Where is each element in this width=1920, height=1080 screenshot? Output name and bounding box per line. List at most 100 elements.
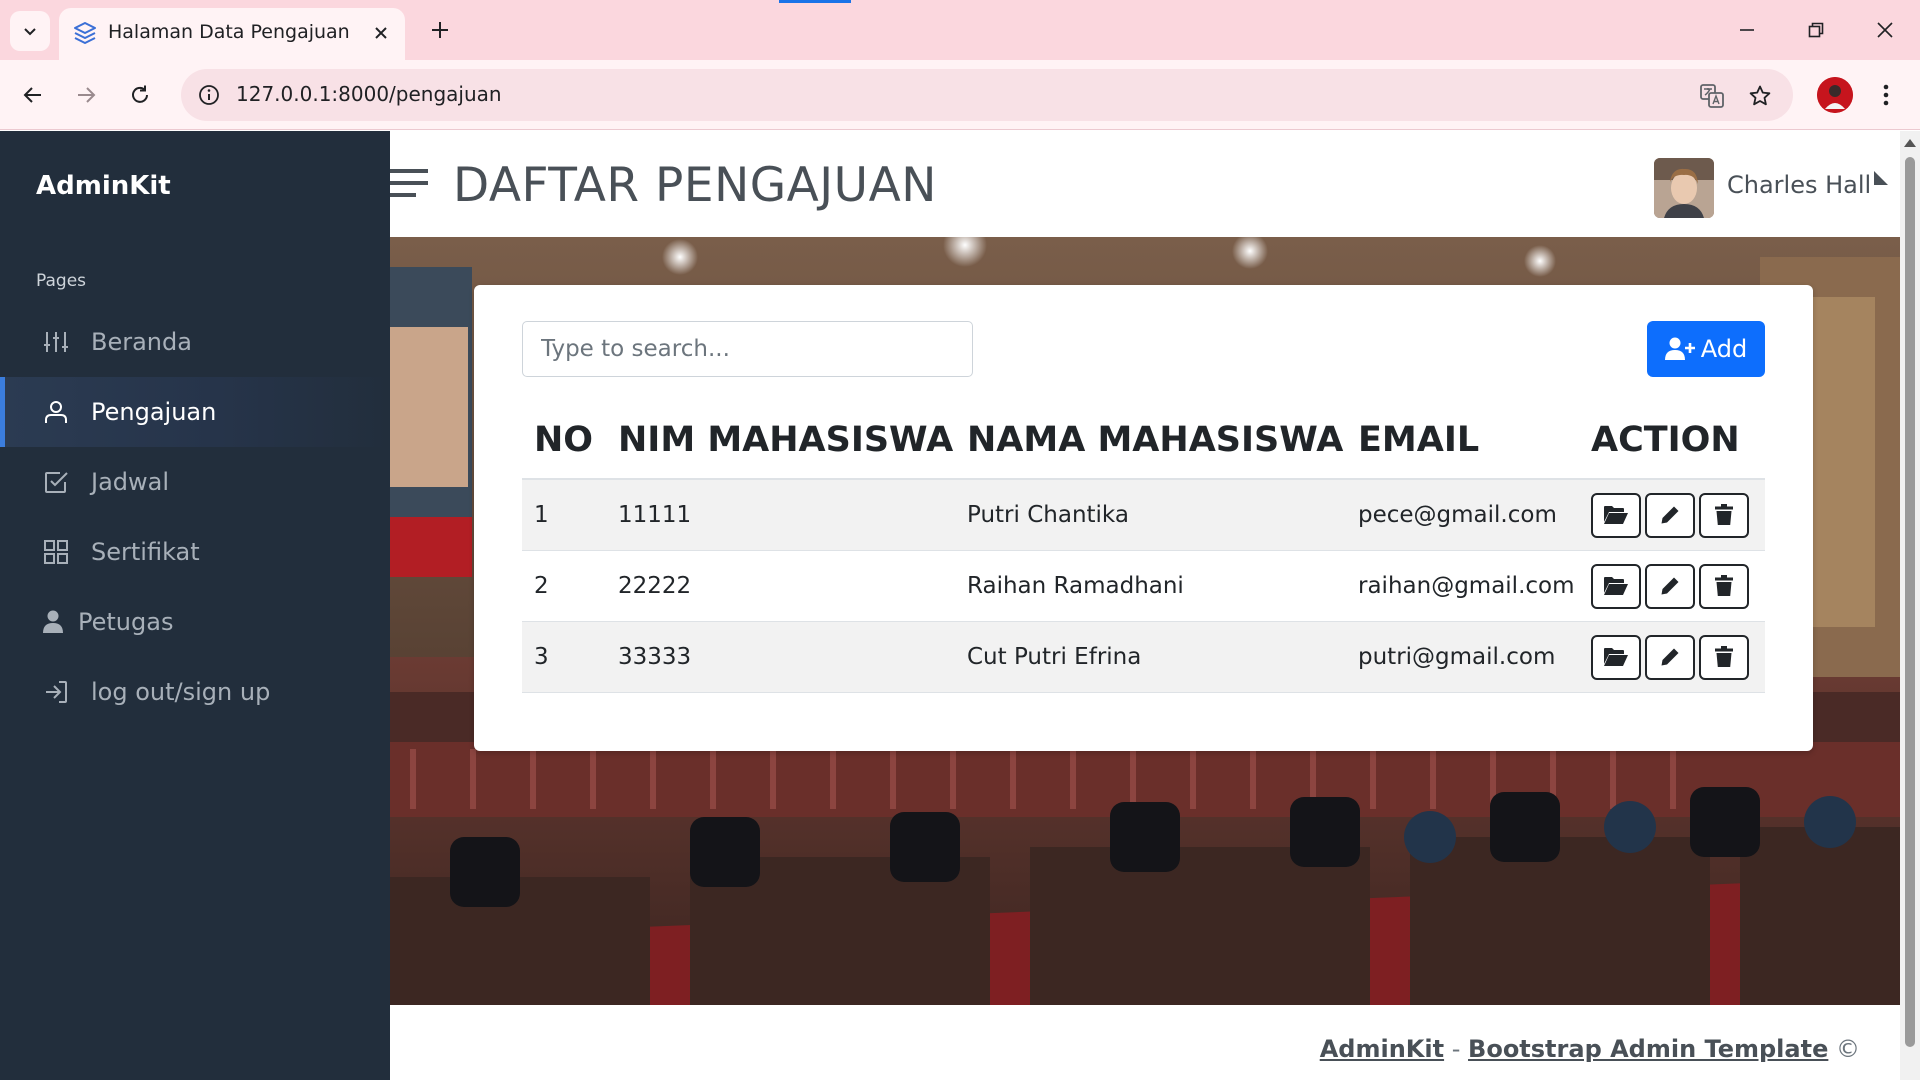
check-square-icon (43, 469, 69, 495)
tab-close-button[interactable] (369, 21, 393, 45)
footer-brand-link[interactable]: AdminKit (1320, 1035, 1444, 1063)
sidebar-item-label: Beranda (91, 328, 192, 356)
avatar[interactable] (1654, 158, 1714, 218)
reload-button[interactable] (120, 75, 160, 115)
view-button[interactable] (1591, 634, 1641, 680)
scrollbar-thumb[interactable] (1905, 157, 1915, 1047)
top-navbar: DAFTAR PENGAJUAN Charles Hall (390, 131, 1900, 237)
cell-nama: Putri Chantika (955, 479, 1346, 551)
cell-nim: 22222 (606, 550, 955, 622)
column-header-nim: NIM MAHASISWA (606, 402, 955, 480)
translate-button[interactable] (1697, 81, 1727, 111)
user-plus-icon (1664, 337, 1695, 360)
table-row: 3 33333 Cut Putri Efrina putri@gmail.com (522, 621, 1765, 693)
column-header-nama: NAMA MAHASISWA (955, 402, 1346, 480)
browser-menu-button[interactable] (1870, 77, 1902, 113)
address-bar[interactable]: 127.0.0.1:8000/pengajuan (181, 69, 1793, 121)
sidebar-item-jadwal[interactable]: Jadwal (0, 447, 390, 517)
user-photo-icon (1654, 158, 1714, 218)
back-button[interactable] (13, 75, 53, 115)
cell-email: putri@gmail.com (1346, 621, 1579, 693)
star-icon (1749, 85, 1771, 106)
page-title: DAFTAR PENGAJUAN (453, 158, 937, 213)
log-in-icon (43, 679, 69, 705)
close-icon (1877, 22, 1893, 38)
browser-tab-strip: Halaman Data Pengajuan (0, 0, 1920, 60)
profile-icon (1817, 77, 1853, 113)
forward-button[interactable] (66, 75, 106, 115)
bookmark-button[interactable] (1745, 81, 1775, 111)
close-icon (375, 27, 387, 39)
site-info-button[interactable] (195, 81, 223, 109)
delete-button[interactable] (1699, 634, 1749, 680)
table-row: 1 11111 Putri Chantika pece@gmail.com (522, 479, 1765, 551)
trash-icon (1715, 575, 1733, 596)
view-button[interactable] (1591, 492, 1641, 538)
cell-action (1579, 479, 1765, 551)
reload-icon (132, 85, 148, 103)
browser-tab[interactable]: Halaman Data Pengajuan (59, 8, 405, 60)
cell-nama: Raihan Ramadhani (955, 550, 1346, 622)
footer: AdminKit - Bootstrap Admin Template © (390, 1005, 1900, 1080)
cell-email: raihan@gmail.com (1346, 550, 1579, 622)
delete-button[interactable] (1699, 563, 1749, 609)
sidebar-item-label: Pengajuan (91, 398, 217, 426)
view-button[interactable] (1591, 563, 1641, 609)
tab-title: Halaman Data Pengajuan (108, 21, 350, 43)
pencil-icon (1661, 577, 1679, 595)
arrow-right-icon (78, 87, 96, 103)
sidebar-item-label: Petugas (78, 608, 174, 636)
translate-icon (1700, 84, 1724, 108)
dropdown-caret-icon[interactable] (1874, 171, 1888, 185)
pencil-icon (1661, 506, 1679, 524)
sidebar-header: Pages (36, 271, 87, 291)
brand-logo[interactable]: AdminKit (36, 171, 171, 201)
hamburger-menu-icon[interactable] (390, 168, 428, 198)
profile-avatar[interactable] (1817, 77, 1853, 113)
footer-copyright: © (1836, 1035, 1860, 1063)
scroll-up-arrow-icon[interactable] (1904, 139, 1916, 147)
data-card: Add NO NIM MAHASISWA NAMA MAHASISWA EMAI… (474, 285, 1813, 751)
column-header-email: EMAIL (1346, 402, 1579, 480)
table-header-row: NO NIM MAHASISWA NAMA MAHASISWA EMAIL AC… (522, 402, 1765, 480)
layers-icon (74, 22, 96, 44)
sidebar-item-petugas[interactable]: Petugas (0, 587, 390, 657)
person-icon (40, 609, 66, 635)
sidebar-item-beranda[interactable]: Beranda (0, 307, 390, 377)
new-tab-button[interactable] (424, 14, 456, 46)
column-header-action: ACTION (1579, 402, 1765, 480)
search-input[interactable] (522, 321, 973, 377)
trash-icon (1715, 504, 1733, 525)
sidebar-item-pengajuan[interactable]: Pengajuan (0, 377, 390, 447)
minimize-icon (1740, 29, 1754, 31)
cell-no: 3 (522, 621, 606, 693)
edit-button[interactable] (1645, 492, 1695, 538)
folder-open-icon (1604, 577, 1628, 595)
footer-text: AdminKit - Bootstrap Admin Template © (1320, 1035, 1860, 1063)
minimize-button[interactable] (1723, 10, 1771, 50)
window-close-button[interactable] (1861, 10, 1909, 50)
user-name[interactable]: Charles Hall (1727, 171, 1871, 199)
delete-button[interactable] (1699, 492, 1749, 538)
tab-search-button[interactable] (10, 11, 50, 51)
sidebar-item-label: Jadwal (91, 468, 170, 496)
edit-button[interactable] (1645, 634, 1695, 680)
folder-open-icon (1604, 648, 1628, 666)
page-scrollbar[interactable] (1900, 131, 1920, 1080)
info-icon (199, 85, 219, 105)
restore-button[interactable] (1792, 10, 1840, 50)
add-button[interactable]: Add (1647, 321, 1765, 377)
trash-icon (1715, 646, 1733, 667)
chevron-down-icon (24, 28, 36, 36)
sidebar-item-sertifikat[interactable]: Sertifikat (0, 517, 390, 587)
pengajuan-table: NO NIM MAHASISWA NAMA MAHASISWA EMAIL AC… (522, 402, 1765, 693)
cell-nama: Cut Putri Efrina (955, 621, 1346, 693)
edit-button[interactable] (1645, 563, 1695, 609)
cell-no: 1 (522, 479, 606, 551)
sidebar-item-logout[interactable]: log out/sign up (0, 657, 390, 727)
sidebar-item-label: Sertifikat (91, 538, 200, 566)
sidebar-item-label: log out/sign up (91, 678, 271, 706)
footer-template-link[interactable]: Bootstrap Admin Template (1468, 1035, 1828, 1063)
footer-separator: - (1451, 1035, 1461, 1063)
sliders-icon (43, 329, 69, 355)
